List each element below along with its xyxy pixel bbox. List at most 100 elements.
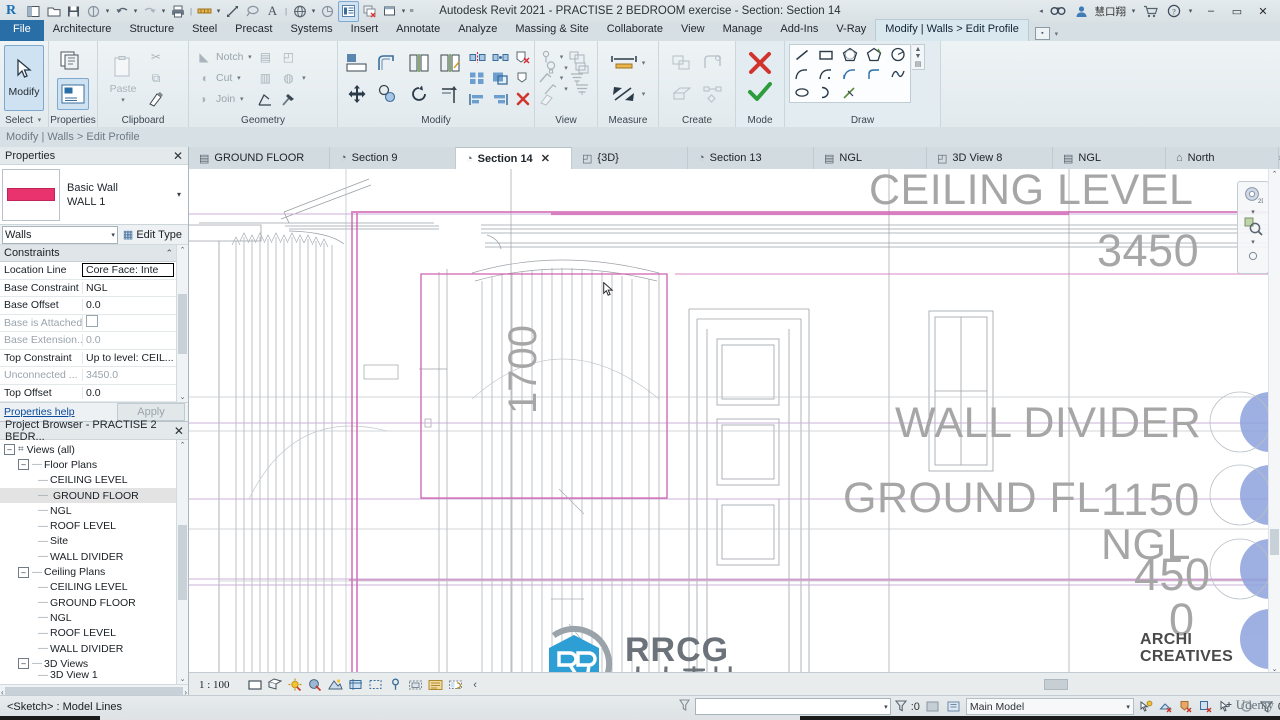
new-project-icon[interactable]: [24, 2, 43, 21]
user-name[interactable]: 慧口翔: [1095, 4, 1127, 19]
move-icon[interactable]: [342, 79, 372, 109]
help-icon[interactable]: ?: [1164, 2, 1183, 21]
cut-caret-icon[interactable]: ▾: [235, 74, 242, 82]
select-links-icon[interactable]: [1138, 698, 1155, 715]
shadows-icon[interactable]: [307, 676, 324, 693]
trim-extend-icon[interactable]: [435, 79, 465, 109]
geometry-caret-icon[interactable]: ▾: [300, 74, 307, 82]
view-tab-section-13[interactable]: ◔ Section 13: [688, 147, 814, 169]
rotate-icon[interactable]: [404, 79, 434, 109]
select-underlay-elements-icon[interactable]: [1158, 698, 1175, 715]
properties-scrollbar[interactable]: ⌃ ⌄: [176, 245, 188, 402]
tree-node-ceilingplan-ceiling-level[interactable]: — CEILING LEVEL: [0, 580, 176, 595]
paste-icon[interactable]: [108, 52, 138, 82]
view-caret-icon[interactable]: ▾: [563, 64, 570, 72]
unpin-icon[interactable]: [512, 47, 534, 67]
project-browser-scrollbar[interactable]: ⌃ ⌄: [176, 440, 188, 684]
properties-help-link[interactable]: Properties help: [0, 406, 75, 418]
scroll-down-icon[interactable]: ⌄: [180, 393, 186, 401]
ribbon-tab-vray[interactable]: V-Ray: [827, 20, 875, 41]
demolish-hammer-icon[interactable]: [277, 89, 299, 109]
edit-type-button[interactable]: ▦ Edit Type: [121, 228, 186, 242]
measure-icon[interactable]: [195, 2, 214, 21]
witness-caret-icon[interactable]: ▾: [563, 85, 570, 93]
scrollbar-thumb[interactable]: [178, 293, 187, 354]
chevron-down-icon[interactable]: ▾: [1126, 703, 1130, 711]
tree-node-floorplan-ground-floor[interactable]: — GROUND FLOOR: [0, 487, 176, 504]
paint-icon[interactable]: ▤: [254, 47, 276, 67]
demolish-icon[interactable]: ◍: [277, 68, 299, 88]
tree-node-3d-views[interactable]: – — 3D Views: [0, 656, 176, 671]
select-pinned-elements-icon[interactable]: [1178, 698, 1195, 715]
tree-node-3dview-1[interactable]: — 3D View 1: [0, 671, 176, 679]
properties-palette-icon[interactable]: [58, 46, 88, 76]
property-value[interactable]: 0.0: [82, 386, 176, 399]
draw-circumscribed-polygon-icon[interactable]: [862, 45, 886, 64]
print-icon[interactable]: [168, 2, 187, 21]
show-crop-region-icon[interactable]: [367, 676, 384, 693]
ribbon-display-options[interactable]: ▪ ▾: [1029, 26, 1066, 41]
array-grid-icon[interactable]: [466, 68, 488, 88]
property-row-location-line[interactable]: Location Line Core Face: Inte: [0, 262, 176, 280]
create-similar-icon[interactable]: [667, 48, 697, 78]
zoom-tool-icon[interactable]: [1241, 215, 1265, 237]
close-tab-icon[interactable]: ✕: [538, 152, 550, 165]
copy-icon[interactable]: [373, 79, 403, 109]
draw-spline-icon[interactable]: [886, 64, 910, 83]
view-tab-ground-floor[interactable]: ▤ GROUND FLOOR: [189, 147, 330, 169]
chevron-down-icon[interactable]: ▾: [111, 231, 115, 239]
unlock-3d-view-icon[interactable]: [387, 676, 404, 693]
visual-style-icon[interactable]: [267, 676, 284, 693]
save-as-icon[interactable]: [84, 2, 103, 21]
ribbon-tab-collaborate[interactable]: Collaborate: [598, 20, 672, 41]
section-box-icon[interactable]: [318, 2, 337, 21]
tree-node-ceilingplan-ground-floor[interactable]: — GROUND FLOOR: [0, 595, 176, 610]
paste-caret-icon[interactable]: ▾: [120, 96, 127, 104]
cancel-edit-mode-icon[interactable]: [747, 51, 773, 78]
ribbon-tab-manage[interactable]: Manage: [714, 20, 772, 41]
view-tab-ngl-1[interactable]: ▤ NGL: [814, 147, 927, 169]
create-group-icon[interactable]: [698, 48, 728, 78]
model-filter-icon[interactable]: [678, 698, 691, 715]
save-as-dropdown-icon[interactable]: ▾: [104, 7, 111, 15]
ribbon-tab-file[interactable]: File: [0, 20, 44, 41]
delete-icon[interactable]: [512, 89, 534, 109]
active-workset-combobox[interactable]: Main Model ▾: [965, 698, 1134, 715]
draw-arc-center-ends-icon[interactable]: [814, 64, 838, 83]
user-menu-caret-icon[interactable]: ▾: [1130, 7, 1137, 15]
measure-dropdown-icon[interactable]: ▾: [215, 7, 222, 15]
scroll-up-icon[interactable]: ⌃: [1272, 170, 1278, 178]
tree-node-ceilingplan-wall-divider[interactable]: — WALL DIVIDER: [0, 641, 176, 656]
sun-path-icon[interactable]: [287, 676, 304, 693]
save-icon[interactable]: [64, 2, 83, 21]
open-project-icon[interactable]: [44, 2, 63, 21]
draw-gallery-expand-icon[interactable]: ▤: [915, 60, 922, 68]
draw-circle-icon[interactable]: [886, 45, 910, 64]
draw-ellipse-icon[interactable]: [790, 83, 814, 102]
scroll-up-icon[interactable]: ⌃: [180, 441, 186, 449]
maximize-restore-button[interactable]: ▭: [1224, 1, 1250, 22]
close-icon[interactable]: ✕: [173, 424, 185, 438]
type-selector-caret-icon[interactable]: ▾: [172, 190, 186, 199]
temporary-hide-isolate-icon[interactable]: [407, 676, 424, 693]
draw-scroll-up-icon[interactable]: ▲: [915, 46, 922, 53]
view-tab-3d[interactable]: ◰ {3D}: [572, 147, 688, 169]
filter-selection-icon[interactable]: [894, 699, 907, 715]
draw-partial-ellipse-icon[interactable]: [814, 83, 838, 102]
property-row-base-offset[interactable]: Base Offset 0.0: [0, 297, 176, 315]
horizontal-scroll-handle[interactable]: [1044, 679, 1068, 690]
view-scale-label[interactable]: 1 : 100: [199, 679, 244, 691]
text-icon[interactable]: A: [263, 2, 282, 21]
measure-caret-icon[interactable]: ▾: [640, 59, 647, 67]
undo-dropdown-icon[interactable]: ▾: [132, 7, 139, 15]
view-lines-icon[interactable]: [571, 79, 593, 99]
close-icon[interactable]: ✕: [171, 149, 185, 163]
tree-node-ceilingplan-roof-level[interactable]: — ROOF LEVEL: [0, 626, 176, 641]
draw-line-icon[interactable]: [790, 45, 814, 64]
properties-group-constraints[interactable]: Constraints ⌃: [0, 245, 176, 262]
aligned-dimension-icon[interactable]: [223, 2, 242, 21]
design-options-icon[interactable]: [945, 698, 962, 715]
notch-caret-icon[interactable]: ▾: [246, 53, 253, 61]
ribbon-tab-insert[interactable]: Insert: [342, 20, 388, 41]
search-icon[interactable]: [1049, 2, 1068, 21]
